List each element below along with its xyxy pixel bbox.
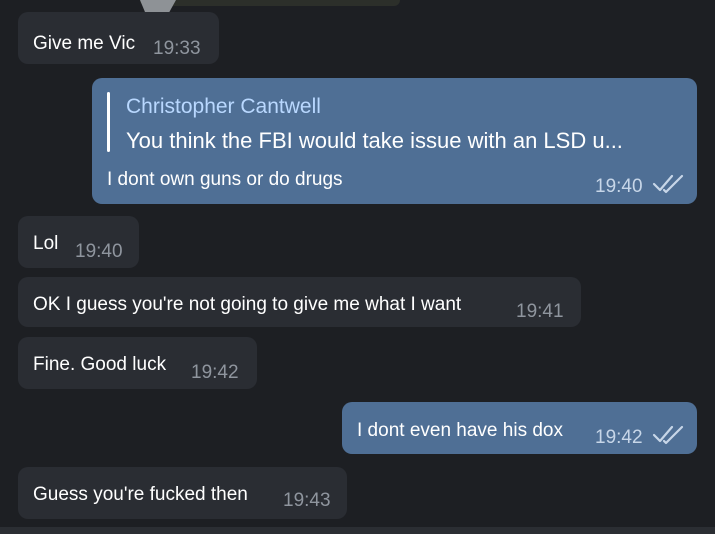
reply-quoted-text[interactable]: You think the FBI would take issue with … <box>126 130 623 152</box>
incoming-message-bubble[interactable]: OK I guess you're not going to give me w… <box>18 277 581 327</box>
message-text: OK I guess you're not going to give me w… <box>33 294 462 315</box>
double-check-icon <box>652 174 684 194</box>
message-time: 19:42 <box>595 427 643 448</box>
message-text: Guess you're fucked then <box>33 484 248 505</box>
message-time: 19:42 <box>191 362 239 383</box>
incoming-message-bubble[interactable]: Guess you're fucked then 19:43 <box>18 467 347 519</box>
incoming-message-bubble[interactable]: Fine. Good luck 19:42 <box>18 337 257 389</box>
double-check-icon <box>652 425 684 445</box>
message-time: 19:43 <box>283 490 331 511</box>
message-text: I dont even have his dox <box>357 420 563 441</box>
outgoing-message-bubble[interactable]: I dont even have his dox 19:42 <box>342 402 697 454</box>
message-time: 19:40 <box>75 241 123 262</box>
chat-message-list[interactable]: Give me Vic 19:33 Christopher Cantwell Y… <box>0 0 715 534</box>
outgoing-reply-message-bubble[interactable]: Christopher Cantwell You think the FBI w… <box>92 78 697 204</box>
image-message-partial[interactable] <box>140 0 400 6</box>
message-time: 19:40 <box>595 176 643 197</box>
message-text: I dont own guns or do drugs <box>107 169 343 190</box>
reply-quote-bar <box>107 92 110 152</box>
incoming-message-bubble[interactable]: Lol 19:40 <box>18 216 139 268</box>
message-text: Give me Vic <box>33 33 136 54</box>
message-text: Fine. Good luck <box>33 354 167 375</box>
message-time: 19:33 <box>153 38 201 59</box>
bottom-edge-bar <box>0 527 715 534</box>
reply-author-name[interactable]: Christopher Cantwell <box>126 96 321 117</box>
incoming-message-bubble[interactable]: Give me Vic 19:33 <box>18 12 219 64</box>
message-text: Lol <box>33 233 59 254</box>
message-time: 19:41 <box>516 301 564 322</box>
